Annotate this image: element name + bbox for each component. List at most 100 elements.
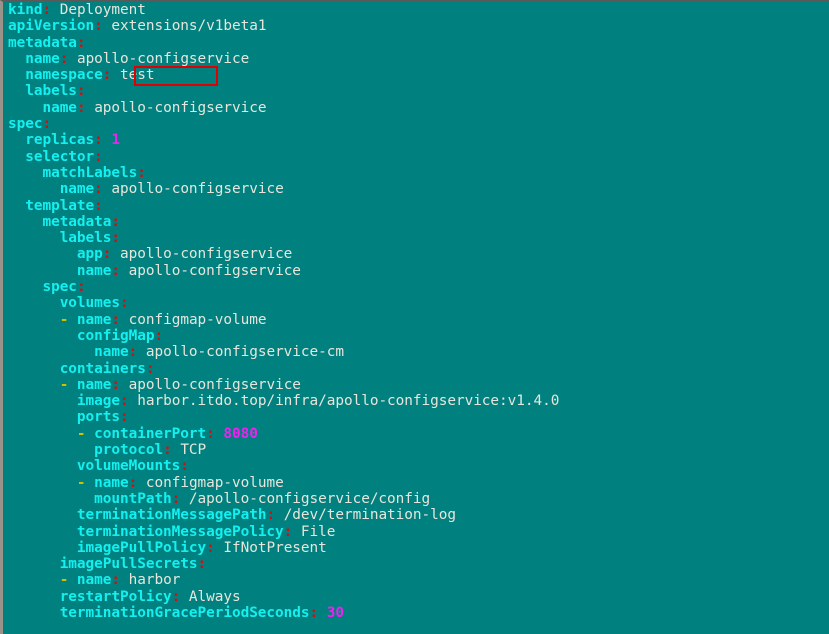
yaml-value: apollo-configservice-cm	[145, 344, 344, 361]
terminal-window[interactable]: kind: Deployment apiVersion: extensions/v…	[0, 0, 829, 634]
yaml-line: name: apollo-configservice	[8, 100, 559, 116]
yaml-line: - name: apollo-configservice	[8, 377, 559, 393]
list-dash: -	[76, 425, 95, 442]
value-spacer	[137, 475, 146, 491]
yaml-key: configMap	[76, 327, 155, 344]
yaml-key: terminationMessagePath	[76, 507, 267, 524]
yaml-value: apollo-configservice	[128, 262, 301, 279]
value-spacer	[137, 344, 146, 360]
yaml-colon: :	[76, 279, 86, 296]
yaml-line: volumeMounts:	[8, 458, 559, 474]
yaml-colon: :	[42, 116, 52, 133]
value-spacer	[68, 51, 77, 67]
yaml-line: labels:	[8, 83, 559, 99]
yaml-line: name: apollo-configservice-cm	[8, 344, 559, 360]
yaml-line: containers:	[8, 361, 559, 377]
yaml-key: mountPath	[94, 490, 172, 507]
yaml-key: apiVersion	[8, 18, 95, 35]
yaml-colon: :	[94, 18, 103, 35]
yaml-line: imagePullSecrets:	[8, 556, 559, 572]
yaml-colon: :	[206, 425, 215, 442]
yaml-colon: :	[76, 99, 86, 116]
yaml-value: 8080	[223, 425, 258, 442]
yaml-key: name	[42, 99, 77, 116]
yaml-line: terminationMessagePolicy: File	[8, 524, 559, 540]
yaml-line: template:	[8, 198, 559, 214]
list-dash: -	[59, 572, 77, 589]
yaml-key: image	[76, 393, 120, 410]
yaml-value: Always	[188, 588, 241, 605]
yaml-value: /dev/termination-log	[283, 507, 456, 524]
yaml-colon: :	[171, 490, 181, 507]
yaml-value: TCP	[180, 442, 207, 459]
yaml-key: spec	[42, 279, 77, 296]
yaml-key: imagePullPolicy	[76, 539, 207, 556]
yaml-value: /apollo-configservice/config	[188, 490, 431, 507]
yaml-colon: :	[111, 262, 121, 279]
yaml-key: protocol	[94, 442, 164, 459]
value-spacer	[111, 246, 120, 262]
yaml-value: IfNotPresent	[223, 539, 327, 556]
yaml-line: - name: harbor	[8, 572, 559, 588]
yaml-line: labels:	[8, 230, 559, 246]
yaml-key: template	[25, 197, 95, 214]
yaml-colon: :	[137, 164, 146, 181]
yaml-key: replicas	[25, 132, 95, 149]
yaml-line: selector:	[8, 149, 559, 165]
yaml-line: matchLabels:	[8, 165, 559, 181]
yaml-key: name	[76, 376, 112, 393]
yaml-key: name	[25, 50, 60, 67]
yaml-line: restartPolicy: Always	[8, 589, 559, 605]
yaml-line: imagePullPolicy: IfNotPresent	[8, 540, 559, 556]
yaml-document[interactable]: kind: Deployment apiVersion: extensions/v…	[8, 2, 559, 621]
yaml-line: metadata:	[8, 35, 559, 51]
yaml-line: terminationGracePeriodSeconds: 30	[8, 605, 559, 621]
yaml-colon: :	[283, 523, 293, 540]
yaml-colon: :	[111, 213, 121, 230]
yaml-value: apollo-configservice	[94, 99, 267, 116]
yaml-line: replicas: 1	[8, 132, 559, 148]
yaml-line: ports:	[8, 409, 559, 425]
yaml-key: name	[76, 262, 112, 279]
yaml-colon: :	[154, 327, 164, 344]
value-spacer	[86, 100, 95, 116]
yaml-key: containerPort	[94, 425, 207, 442]
yaml-key: namespace	[25, 67, 103, 84]
yaml-value: harbor	[128, 572, 181, 589]
value-spacer	[111, 67, 120, 83]
yaml-line: name: apollo-configservice	[8, 51, 559, 67]
yaml-value: test	[120, 67, 155, 84]
value-spacer	[120, 377, 129, 393]
yaml-key: labels	[59, 230, 112, 247]
value-spacer	[120, 572, 129, 588]
yaml-colon: :	[145, 360, 155, 377]
value-spacer	[292, 524, 301, 540]
yaml-value: apollo-configservice	[76, 50, 250, 67]
yaml-key: volumes	[59, 295, 120, 312]
yaml-key: restartPolicy	[59, 588, 172, 605]
yaml-key: name	[59, 181, 95, 198]
yaml-colon: :	[266, 507, 276, 524]
yaml-colon: :	[128, 474, 138, 491]
yaml-line: apiVersion: extensions/v1beta1	[8, 18, 559, 34]
